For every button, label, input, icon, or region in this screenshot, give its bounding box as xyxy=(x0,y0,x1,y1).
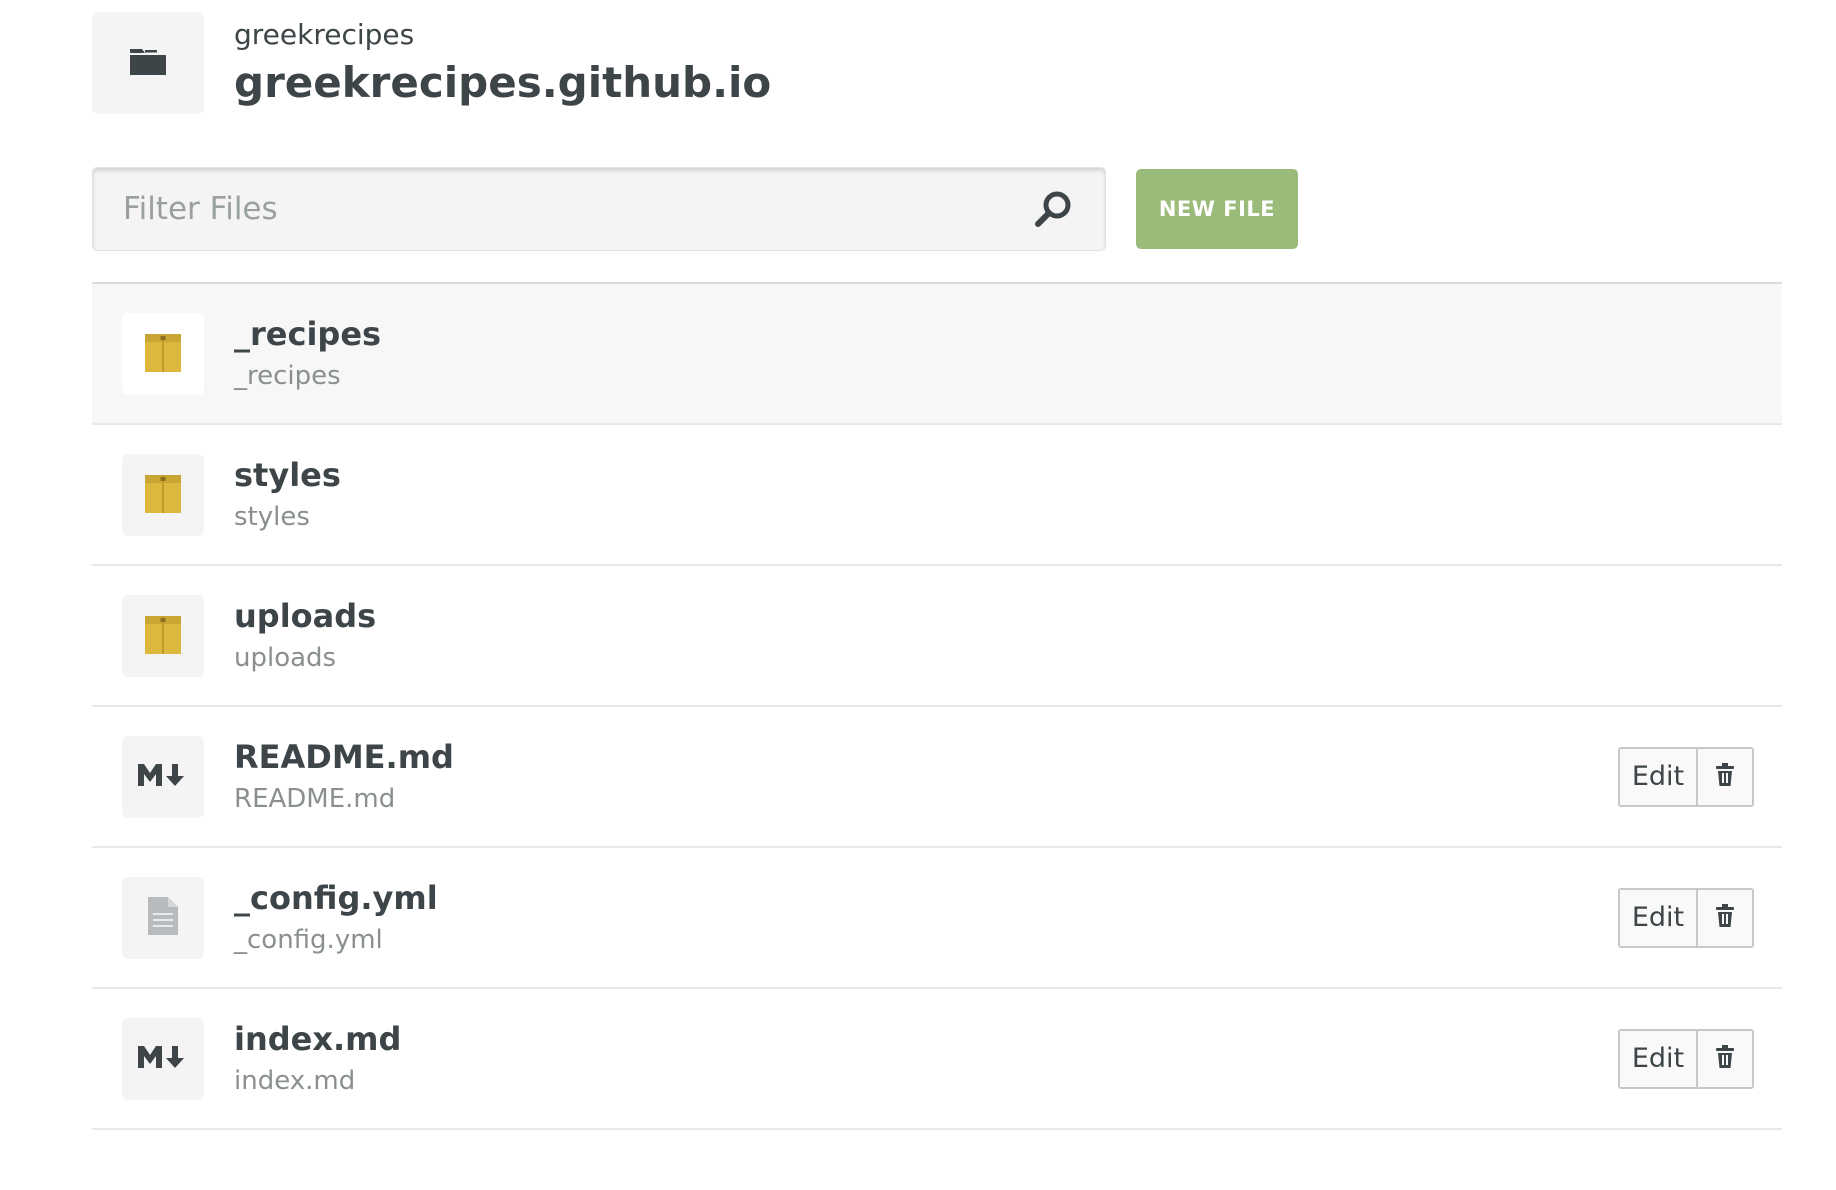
file-name[interactable]: README.md xyxy=(234,738,454,776)
search-icon[interactable] xyxy=(1031,187,1075,231)
delete-button[interactable] xyxy=(1698,1030,1752,1087)
file-browser: greekrecipes greekrecipes.github.io NEW … xyxy=(0,0,1836,1190)
file-icon-container xyxy=(122,453,204,536)
folder-icon xyxy=(143,471,183,519)
repo-name[interactable]: greekrecipes.github.io xyxy=(234,58,771,108)
file-name[interactable]: styles xyxy=(234,456,341,494)
file-icon-container xyxy=(122,735,204,818)
file-path: _recipes xyxy=(234,361,341,392)
file-name[interactable]: uploads xyxy=(234,597,376,635)
new-file-button[interactable]: NEW FILE xyxy=(1136,169,1298,249)
markdown-icon xyxy=(136,1042,190,1076)
file-row[interactable]: _recipes _recipes xyxy=(92,284,1782,425)
document-icon xyxy=(146,895,180,941)
delete-button[interactable] xyxy=(1698,889,1752,946)
file-row[interactable]: uploads uploads xyxy=(92,566,1782,707)
file-row[interactable]: styles styles xyxy=(92,425,1782,566)
file-path: _config.yml xyxy=(234,925,383,956)
folder-icon xyxy=(143,612,183,660)
file-list: _recipes _recipes styles styles uploads xyxy=(92,282,1782,1130)
file-name[interactable]: _recipes xyxy=(234,315,381,353)
file-row[interactable]: README.md README.md Edit xyxy=(92,707,1782,848)
file-icon-container xyxy=(122,876,204,959)
folder-icon xyxy=(143,330,183,378)
filter-box xyxy=(92,167,1106,251)
folder-icon xyxy=(128,45,168,81)
file-path: README.md xyxy=(234,784,396,815)
file-actions: Edit xyxy=(1618,1028,1754,1089)
edit-button[interactable]: Edit xyxy=(1620,748,1698,805)
trash-icon xyxy=(1714,1044,1736,1073)
file-name[interactable]: index.md xyxy=(234,1020,401,1058)
file-row[interactable]: _config.yml _config.yml Edit xyxy=(92,848,1782,989)
repo-header: greekrecipes greekrecipes.github.io xyxy=(92,8,771,118)
file-icon-container xyxy=(122,1017,204,1100)
file-actions: Edit xyxy=(1618,887,1754,948)
file-path: uploads xyxy=(234,643,337,674)
markdown-icon xyxy=(136,760,190,794)
delete-button[interactable] xyxy=(1698,748,1752,805)
file-actions: Edit xyxy=(1618,746,1754,807)
file-row[interactable]: index.md index.md Edit xyxy=(92,989,1782,1130)
trash-icon xyxy=(1714,903,1736,932)
edit-button[interactable]: Edit xyxy=(1620,1030,1698,1087)
filter-files-input[interactable] xyxy=(123,191,1031,227)
file-icon-container xyxy=(122,594,204,677)
file-name[interactable]: _config.yml xyxy=(234,879,438,917)
file-icon-container xyxy=(122,312,204,395)
file-path: index.md xyxy=(234,1066,356,1097)
edit-button[interactable]: Edit xyxy=(1620,889,1698,946)
repo-owner[interactable]: greekrecipes xyxy=(234,18,771,52)
trash-icon xyxy=(1714,762,1736,791)
repo-icon-container xyxy=(92,12,204,114)
toolbar: NEW FILE xyxy=(92,167,1298,251)
file-path: styles xyxy=(234,502,310,533)
